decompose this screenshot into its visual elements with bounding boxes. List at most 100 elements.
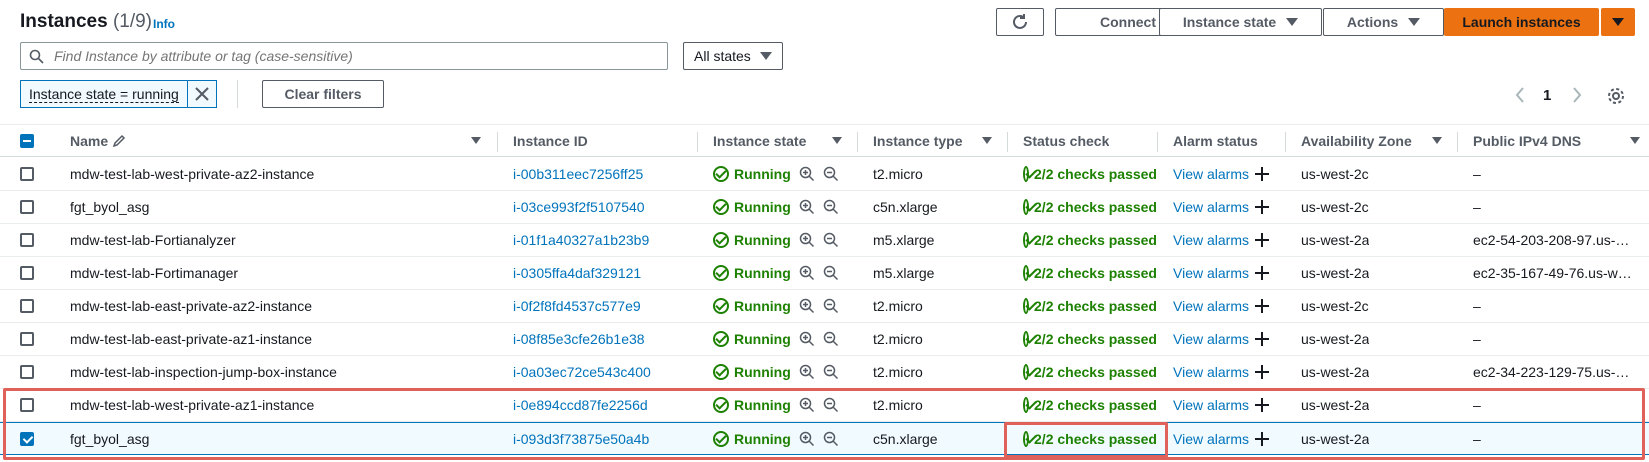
table-row[interactable]: mdw-test-lab-inspection-jump-box-instanc…	[0, 356, 1649, 389]
view-alarms-link[interactable]: View alarms	[1173, 232, 1249, 248]
table-row[interactable]: fgt_byol_asg i-03ce993f2f5107540 Running c5…	[0, 191, 1649, 224]
col-availability-zone[interactable]: Availability Zone	[1301, 125, 1412, 156]
launch-instances-button[interactable]: Launch instances	[1444, 8, 1599, 36]
col-instance-type[interactable]: Instance type	[873, 125, 962, 156]
table-row[interactable]: fgt_byol_asg i-093d3f73875e50a4b Running c5…	[0, 422, 1649, 455]
table-row[interactable]: mdw-test-lab-west-private-az2-instance i-…	[0, 158, 1649, 191]
table-row[interactable]: mdw-test-lab-west-private-az1-instance i-…	[0, 389, 1649, 422]
plus-icon[interactable]	[1255, 233, 1269, 247]
select-all-checkbox[interactable]	[20, 125, 34, 156]
row-checkbox[interactable]	[20, 356, 34, 388]
view-alarms-link[interactable]: View alarms	[1173, 199, 1249, 215]
instance-id-link[interactable]: i-08f85e3cfe26b1e38	[513, 323, 645, 355]
plus-icon[interactable]	[1255, 266, 1269, 280]
zoom-in-icon[interactable]	[799, 331, 815, 347]
row-checkbox[interactable]	[20, 323, 34, 355]
instance-id-link[interactable]: i-01f1a40327a1b23b9	[513, 224, 649, 256]
zoom-in-icon[interactable]	[799, 364, 815, 380]
table-row[interactable]: mdw-test-lab-Fortianalyzer i-01f1a40327a1…	[0, 224, 1649, 257]
row-checkbox[interactable]	[20, 423, 34, 454]
table-row[interactable]: mdw-test-lab-east-private-az2-instance i-…	[0, 290, 1649, 323]
status-check: 2/2 checks passed	[1023, 191, 1157, 223]
zoom-out-icon[interactable]	[823, 232, 839, 248]
info-link[interactable]: Info	[153, 17, 175, 31]
zoom-in-icon[interactable]	[799, 199, 815, 215]
plus-icon[interactable]	[1255, 332, 1269, 346]
plus-icon[interactable]	[1255, 431, 1269, 446]
zoom-out-icon[interactable]	[823, 397, 839, 413]
sort-caret-icon[interactable]	[471, 125, 481, 156]
instance-id-link[interactable]: i-0a03ec72ce543c400	[513, 356, 651, 388]
alarm-status: View alarms	[1173, 158, 1269, 190]
zoom-in-icon[interactable]	[799, 265, 815, 281]
view-alarms-link[interactable]: View alarms	[1173, 431, 1249, 447]
col-public-dns[interactable]: Public IPv4 DNS	[1473, 125, 1581, 156]
instance-id-link[interactable]: i-0f2f8fd4537c577e9	[513, 290, 641, 322]
sort-caret-icon[interactable]	[982, 125, 992, 156]
instance-id-link[interactable]: i-0305ffa4daf329121	[513, 257, 641, 289]
zoom-out-icon[interactable]	[823, 364, 839, 380]
row-checkbox[interactable]	[20, 290, 34, 322]
instance-id-link[interactable]: i-0e894ccd87fe2256d	[513, 389, 648, 421]
plus-icon[interactable]	[1255, 167, 1269, 181]
zoom-out-icon[interactable]	[823, 331, 839, 347]
table-row[interactable]: mdw-test-lab-Fortimanager i-0305ffa4daf32…	[0, 257, 1649, 290]
status-check: 2/2 checks passed	[1023, 224, 1157, 256]
clear-filters-button[interactable]: Clear filters	[262, 80, 384, 108]
status-text: 2/2 checks passed	[1034, 298, 1157, 314]
instance-state: Running	[713, 224, 839, 256]
view-alarms-link[interactable]: View alarms	[1173, 166, 1249, 182]
zoom-in-icon[interactable]	[799, 298, 815, 314]
sort-caret-icon[interactable]	[1630, 125, 1640, 156]
previous-page-button[interactable]	[1514, 86, 1526, 109]
zoom-in-icon[interactable]	[799, 431, 815, 447]
row-checkbox[interactable]	[20, 158, 34, 190]
success-icon	[1023, 199, 1030, 215]
plus-icon[interactable]	[1255, 200, 1269, 214]
zoom-in-icon[interactable]	[799, 397, 815, 413]
remove-filter-button[interactable]	[188, 81, 216, 107]
filter-token-label[interactable]: Instance state = running	[21, 81, 188, 107]
col-instance-id[interactable]: Instance ID	[513, 125, 588, 156]
actions-button[interactable]: Actions	[1323, 8, 1444, 36]
sort-caret-icon[interactable]	[1432, 125, 1442, 156]
next-page-button[interactable]	[1571, 86, 1583, 109]
instance-id-link[interactable]: i-093d3f73875e50a4b	[513, 423, 649, 454]
page-number[interactable]: 1	[1543, 87, 1551, 104]
view-alarms-link[interactable]: View alarms	[1173, 331, 1249, 347]
view-alarms-link[interactable]: View alarms	[1173, 298, 1249, 314]
instance-id-link[interactable]: i-00b311eec7256ff25	[513, 158, 643, 190]
zoom-out-icon[interactable]	[823, 265, 839, 281]
state-select[interactable]: All states	[683, 42, 783, 70]
launch-options-dropdown[interactable]	[1601, 8, 1635, 36]
zoom-out-icon[interactable]	[823, 166, 839, 182]
row-checkbox[interactable]	[20, 224, 34, 256]
success-icon	[1023, 397, 1030, 413]
row-checkbox[interactable]	[20, 191, 34, 223]
instance-state-button[interactable]: Instance state	[1159, 8, 1322, 36]
col-status-check[interactable]: Status check	[1023, 125, 1109, 156]
row-checkbox[interactable]	[20, 257, 34, 289]
plus-icon[interactable]	[1255, 299, 1269, 313]
sort-caret-icon[interactable]	[832, 125, 842, 156]
col-name[interactable]: Name	[70, 125, 126, 156]
table-row[interactable]: mdw-test-lab-east-private-az1-instance i-…	[0, 323, 1649, 356]
col-alarm-status[interactable]: Alarm status	[1173, 125, 1258, 156]
col-instance-state[interactable]: Instance state	[713, 125, 806, 156]
zoom-out-icon[interactable]	[823, 298, 839, 314]
zoom-out-icon[interactable]	[823, 431, 839, 447]
plus-icon[interactable]	[1255, 398, 1269, 412]
search-field[interactable]	[20, 42, 668, 70]
refresh-button[interactable]	[996, 8, 1044, 36]
view-alarms-link[interactable]: View alarms	[1173, 265, 1249, 281]
search-input[interactable]	[52, 47, 652, 65]
zoom-in-icon[interactable]	[799, 232, 815, 248]
preferences-button[interactable]	[1606, 86, 1626, 109]
view-alarms-link[interactable]: View alarms	[1173, 364, 1249, 380]
plus-icon[interactable]	[1255, 365, 1269, 379]
zoom-in-icon[interactable]	[799, 166, 815, 182]
zoom-out-icon[interactable]	[823, 199, 839, 215]
instance-id-link[interactable]: i-03ce993f2f5107540	[513, 191, 645, 223]
view-alarms-link[interactable]: View alarms	[1173, 397, 1249, 413]
row-checkbox[interactable]	[20, 389, 34, 421]
